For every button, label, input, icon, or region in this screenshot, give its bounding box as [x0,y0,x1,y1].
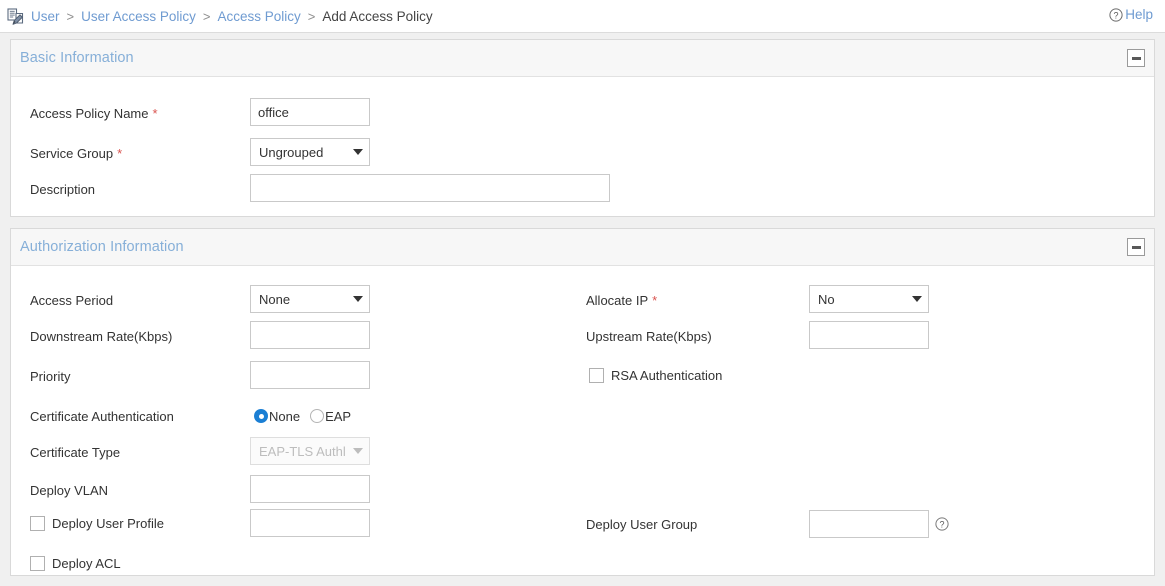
service-group-required-mark: * [117,145,123,161]
access-period-select[interactable]: None [250,285,370,313]
service-group-selected-value: Ungrouped [259,144,324,160]
edit-document-icon [7,7,24,25]
certificate-authentication-label-row: Certificate Authentication [30,403,174,429]
deploy-acl-label[interactable]: Deploy ACL [52,556,121,571]
deploy-user-group-field-row: ? [809,510,949,538]
deploy-user-profile-input[interactable] [250,509,370,537]
deploy-user-profile-label[interactable]: Deploy User Profile [52,516,164,531]
certificate-type-label: Certificate Type [30,444,121,460]
access-policy-name-label: Access Policy Name [30,105,149,121]
basic-information-title: Basic Information [20,50,134,66]
certificate-authentication-option-none-label: None [269,408,301,424]
priority-label-row: Priority [30,363,70,389]
access-policy-name-input[interactable] [250,98,370,126]
breadcrumb-separator: > [202,8,211,24]
certificate-type-label-row: Certificate Type [30,439,120,465]
deploy-user-profile-checkbox[interactable] [30,515,45,531]
basic-information-header: Basic Information [11,40,1154,77]
question-circle-icon[interactable]: ? [935,517,949,531]
authorization-information-collapse-button[interactable] [1127,238,1145,256]
deploy-vlan-input[interactable] [250,475,370,503]
downstream-rate-input[interactable] [250,321,370,349]
downstream-rate-label: Downstream Rate(Kbps) [30,328,173,344]
description-label-row: Description [30,176,95,202]
breadcrumb-item-user[interactable]: User [31,9,60,24]
deploy-acl-checkbox[interactable] [30,555,45,571]
certificate-authentication-option-eap-label: EAP [325,408,352,424]
access-policy-name-required-mark: * [152,105,158,121]
access-period-label-row: Access Period [30,287,113,313]
upstream-rate-input[interactable] [809,321,929,349]
help-link[interactable]: ? Help [1109,7,1153,22]
breadcrumb-separator: > [66,8,75,24]
priority-input[interactable] [250,361,370,389]
certificate-type-selected-value: EAP-TLS Authl [259,443,346,459]
description-input[interactable] [250,174,610,202]
radio-selected-icon [254,409,268,423]
deploy-user-group-label-row: Deploy User Group [586,511,697,537]
certificate-authentication-option-none[interactable]: None [254,409,300,424]
access-period-selected-value: None [259,291,291,307]
certificate-authentication-label: Certificate Authentication [30,408,174,424]
help-label: Help [1125,7,1153,22]
certificate-type-select: EAP-TLS Authl [250,437,370,465]
chevron-down-icon [912,296,922,302]
chevron-down-icon [353,296,363,302]
allocate-ip-required-mark: * [652,292,658,308]
certificate-authentication-radio-group: None EAP [254,403,351,429]
basic-information-collapse-button[interactable] [1127,49,1145,67]
minus-icon [1131,245,1141,249]
page-root: User > User Access Policy > Access Polic… [0,0,1165,586]
svg-text:?: ? [939,519,944,529]
downstream-rate-label-row: Downstream Rate(Kbps) [30,323,172,349]
rsa-authentication-checkbox[interactable] [589,367,604,383]
deploy-user-profile-row: Deploy User Profile [30,510,164,536]
service-group-label-row: Service Group * [30,140,122,166]
certificate-authentication-option-eap[interactable]: EAP [310,409,351,424]
upstream-rate-label: Upstream Rate(Kbps) [586,328,712,344]
authorization-information-title: Authorization Information [20,239,184,255]
breadcrumb-item-user-access-policy[interactable]: User Access Policy [81,9,196,24]
rsa-authentication-label[interactable]: RSA Authentication [611,368,722,383]
breadcrumb-item-access-policy[interactable]: Access Policy [218,9,301,24]
breadcrumb-separator: > [307,8,316,24]
authorization-information-header: Authorization Information [11,229,1154,266]
deploy-vlan-label: Deploy VLAN [30,482,109,498]
svg-text:?: ? [1114,10,1119,20]
upstream-rate-label-row: Upstream Rate(Kbps) [586,323,712,349]
deploy-user-group-label: Deploy User Group [586,516,698,532]
rsa-authentication-row: RSA Authentication [589,362,722,388]
deploy-vlan-label-row: Deploy VLAN [30,477,108,503]
allocate-ip-label: Allocate IP [586,292,649,308]
basic-information-panel: Basic Information Access Policy Name * S… [10,39,1155,217]
allocate-ip-selected-value: No [818,291,835,307]
access-policy-name-label-row: Access Policy Name * [30,100,158,126]
breadcrumb-item-add-access-policy: Add Access Policy [322,8,433,24]
deploy-acl-row: Deploy ACL [30,550,121,576]
deploy-user-group-input[interactable] [809,510,929,538]
service-group-label: Service Group [30,145,114,161]
chevron-down-icon [353,149,363,155]
description-label: Description [30,181,96,197]
service-group-select[interactable]: Ungrouped [250,138,370,166]
access-period-label: Access Period [30,292,114,308]
allocate-ip-label-row: Allocate IP * [586,287,657,313]
radio-unselected-icon [310,409,325,423]
chevron-down-icon [353,448,363,454]
authorization-information-panel: Authorization Information Access Period … [10,228,1155,576]
question-circle-icon: ? [1109,7,1123,22]
priority-label: Priority [30,368,71,384]
minus-icon [1131,56,1141,60]
breadcrumb-bar: User > User Access Policy > Access Polic… [0,0,1165,33]
allocate-ip-select[interactable]: No [809,285,929,313]
